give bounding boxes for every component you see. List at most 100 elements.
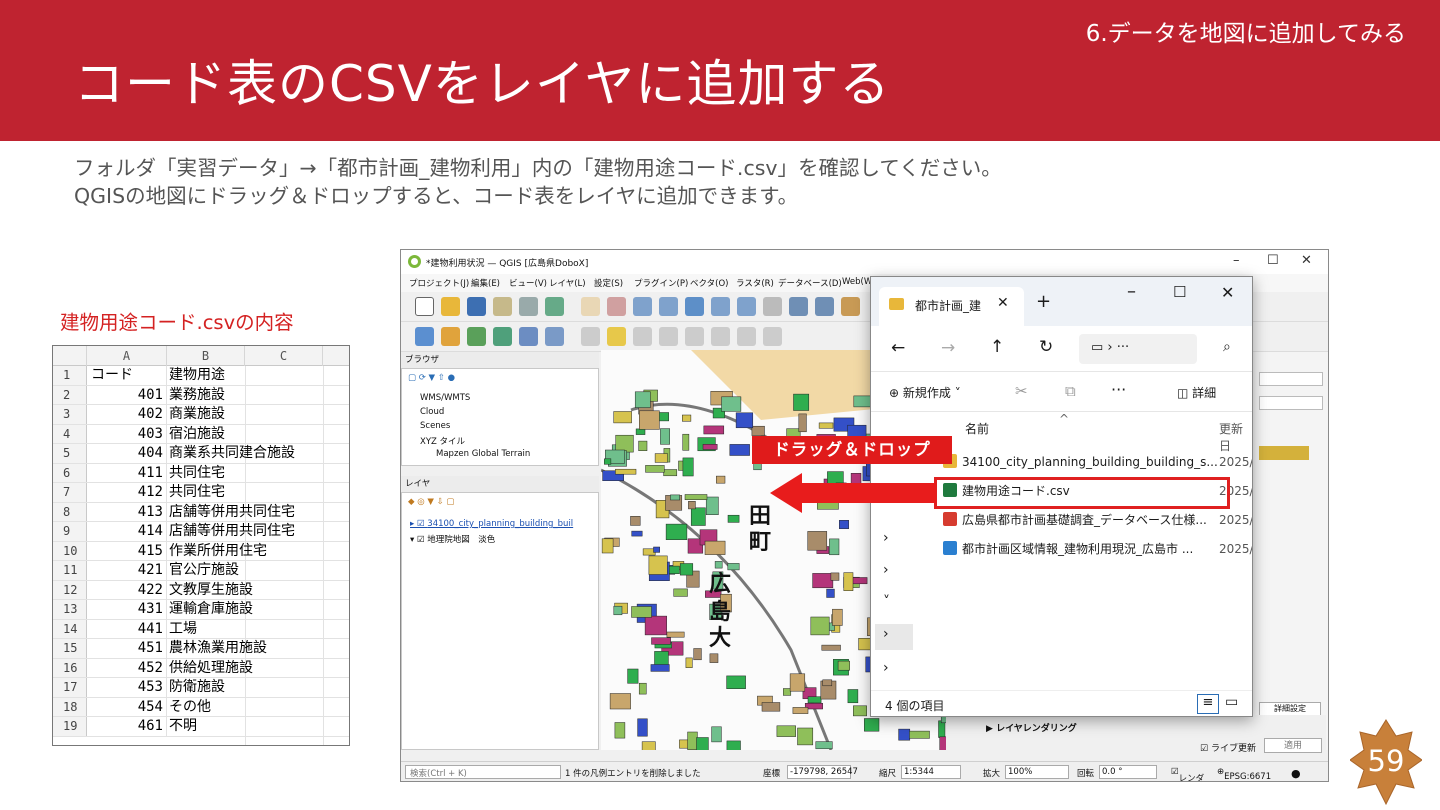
new-project-icon[interactable] [415, 297, 434, 316]
locator-search-box[interactable]: 検索(Ctrl + K) [405, 765, 561, 779]
cut-features-icon[interactable] [763, 327, 782, 346]
cell-b[interactable]: 建物用途 [167, 366, 349, 385]
cell-a[interactable]: 422 [87, 580, 167, 599]
minimize-icon[interactable]: – [1233, 253, 1240, 268]
scale-field[interactable]: 1:5344 [901, 765, 961, 779]
nav-expand-icon[interactable]: › [883, 660, 889, 676]
digitize-icon[interactable] [581, 327, 600, 346]
cell-b[interactable]: 運輸倉庫施設 [167, 600, 349, 619]
cell-a[interactable]: 413 [87, 502, 167, 521]
row-number[interactable]: 14 [53, 619, 87, 638]
new-button[interactable]: ⊕ 新規作成 ˅ [889, 384, 961, 401]
explorer-maximize-icon[interactable]: ☐ [1173, 283, 1186, 301]
refresh-icon[interactable]: ↻ [1039, 337, 1053, 357]
explorer-tab[interactable]: 都市計画_建 ✕ [879, 287, 1024, 326]
cell-b[interactable]: 農林漁業用施設 [167, 639, 349, 658]
cell-a[interactable]: 431 [87, 600, 167, 619]
add-virtual-layer-icon[interactable] [545, 327, 564, 346]
zoom-native-icon[interactable] [763, 297, 782, 316]
row-number[interactable]: 2 [53, 385, 87, 404]
copy-icon[interactable]: ⧉ [1065, 382, 1076, 400]
nav-item-selected[interactable]: › [875, 624, 913, 650]
magnify-field[interactable]: 100% [1005, 765, 1069, 779]
cell-a[interactable]: 403 [87, 424, 167, 443]
zoom-in-icon[interactable] [633, 297, 652, 316]
pan-to-selection-icon[interactable] [607, 297, 626, 316]
browser-item-cloud[interactable]: Cloud [420, 407, 444, 417]
file-row[interactable]: 都市計画区域情報_建物利用現況_広島市 ... 2025/ [943, 536, 1252, 563]
details-view-icon[interactable]: ≡ [1197, 694, 1219, 714]
render-checkbox[interactable]: ☑ レンダ [1171, 767, 1204, 781]
row-number[interactable]: 10 [53, 541, 87, 560]
menu-edit[interactable]: 編集(E) [471, 277, 500, 289]
rotation-field[interactable]: 0.0 ° [1099, 765, 1157, 779]
dock-combo-1[interactable] [1259, 372, 1323, 386]
cell-b[interactable]: 共同住宅 [167, 483, 349, 502]
cell-a[interactable]: 441 [87, 619, 167, 638]
modify-attributes-icon[interactable] [711, 327, 730, 346]
cell-b[interactable]: 共同住宅 [167, 464, 349, 483]
add-wms-icon[interactable] [519, 327, 538, 346]
details-button[interactable]: ◫ 詳細 [1177, 384, 1216, 401]
explorer-close-icon[interactable]: ✕ [1221, 283, 1234, 302]
cell-b[interactable]: 店舗等併用共同住宅 [167, 522, 349, 541]
layer-buildings[interactable]: ▸ ☑ 34100_city_planning_building_buil [410, 519, 573, 529]
layers-toolbar-icons[interactable]: ◆ ◎ ▼ ⇩ ▢ [408, 497, 454, 507]
cell-a[interactable]: 453 [87, 678, 167, 697]
maximize-icon[interactable]: ☐ [1267, 253, 1279, 268]
cell-b[interactable]: 宿泊施設 [167, 425, 349, 444]
row-number[interactable]: 13 [53, 600, 87, 619]
menu-database[interactable]: データベース(D) [778, 277, 842, 289]
dock-combo-2[interactable] [1259, 396, 1323, 410]
menu-view[interactable]: ビュー(V) [509, 277, 547, 289]
save-as-icon[interactable] [493, 297, 512, 316]
zoom-selection-icon[interactable] [737, 297, 756, 316]
more-options-icon[interactable]: ··· [1111, 380, 1126, 399]
print-layout-icon[interactable] [519, 297, 538, 316]
cell-b[interactable]: 店舗等併用共同住宅 [167, 503, 349, 522]
nav-collapse-icon[interactable]: ˅ [883, 594, 890, 610]
row-number[interactable]: 12 [53, 580, 87, 599]
cell-a[interactable]: 401 [87, 385, 167, 404]
live-update-checkbox[interactable]: ☑ ライブ更新 [1200, 741, 1256, 754]
cell-b[interactable]: 供給処理施設 [167, 659, 349, 678]
add-feature-icon[interactable] [659, 327, 678, 346]
add-delimited-text-icon[interactable] [467, 327, 486, 346]
cell-a[interactable]: 451 [87, 639, 167, 658]
dock-color-swatch[interactable] [1259, 446, 1309, 460]
search-icon[interactable]: ⌕ [1223, 339, 1231, 355]
close-icon[interactable]: ✕ [1301, 253, 1312, 268]
cell-a[interactable]: 454 [87, 697, 167, 716]
zoom-out-icon[interactable] [659, 297, 678, 316]
row-number[interactable]: 3 [53, 405, 87, 424]
cell-a[interactable]: 404 [87, 444, 167, 463]
cell-b[interactable]: 商業施設 [167, 405, 349, 424]
cell-a[interactable]: 421 [87, 561, 167, 580]
layer-gsi-pale[interactable]: ▾ ☑ 地理院地図 淡色 [410, 533, 495, 545]
row-number[interactable]: 4 [53, 424, 87, 443]
browser-item-mapzen[interactable]: Mapzen Global Terrain [436, 449, 530, 459]
row-number[interactable]: 9 [53, 522, 87, 541]
pan-hand-icon[interactable] [581, 297, 600, 316]
tab-close-icon[interactable]: ✕ [997, 295, 1009, 311]
column-name-header[interactable]: 名前 [965, 420, 989, 437]
menu-raster[interactable]: ラスタ(R) [736, 277, 774, 289]
zoom-next-icon[interactable] [815, 297, 834, 316]
coord-field[interactable]: -179798, 26547 [787, 765, 858, 779]
save-icon[interactable] [467, 297, 486, 316]
delete-selected-icon[interactable] [737, 327, 756, 346]
cell-a[interactable]: 402 [87, 405, 167, 424]
row-number[interactable]: 5 [53, 444, 87, 463]
row-number[interactable]: 15 [53, 639, 87, 658]
cell-a[interactable]: 461 [87, 717, 167, 736]
cell-a[interactable]: 414 [87, 522, 167, 541]
cell-a[interactable]: 411 [87, 463, 167, 482]
cell-b[interactable]: 防衛施設 [167, 678, 349, 697]
row-number[interactable]: 7 [53, 483, 87, 502]
file-row[interactable]: 広島県都市計画基礎調査_データベース仕様... 2025/ [943, 507, 1252, 534]
browser-item-wms[interactable]: WMS/WMTS [420, 393, 470, 403]
row-number[interactable]: 17 [53, 678, 87, 697]
up-arrow-icon[interactable]: ↑ [990, 337, 1004, 357]
new-tab-icon[interactable]: + [1036, 291, 1051, 312]
zoom-last-icon[interactable] [789, 297, 808, 316]
